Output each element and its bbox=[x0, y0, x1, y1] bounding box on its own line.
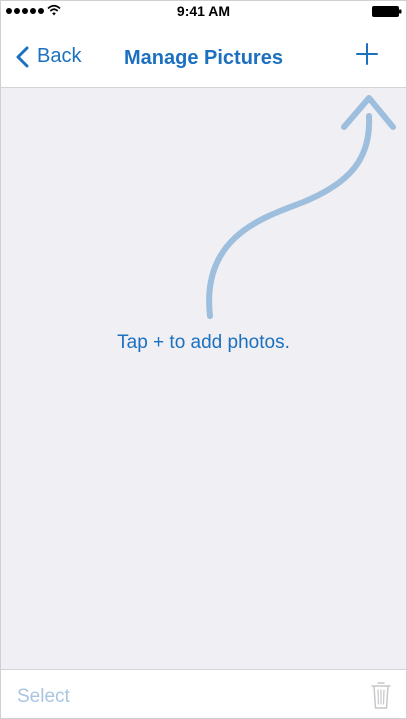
manage-pictures-screen: 9:41 AM Back Manage Pictures Tap + to ad… bbox=[0, 0, 407, 719]
status-bar: 9:41 AM bbox=[1, 1, 406, 21]
battery-icon bbox=[372, 6, 402, 17]
empty-state-hint: Tap + to add photos. bbox=[117, 332, 290, 353]
page-title: Manage Pictures bbox=[124, 47, 283, 69]
bottom-toolbar: Select bbox=[1, 669, 406, 718]
status-time: 9:41 AM bbox=[176, 3, 231, 19]
photo-grid-empty-state: Tap + to add photos. bbox=[1, 88, 406, 669]
navigation-bar: Back Manage Pictures bbox=[1, 21, 406, 88]
curved-arrow-icon bbox=[206, 95, 396, 319]
plus-icon[interactable] bbox=[354, 41, 380, 67]
select-button[interactable]: Select bbox=[17, 686, 70, 708]
trash-icon[interactable] bbox=[370, 680, 392, 710]
